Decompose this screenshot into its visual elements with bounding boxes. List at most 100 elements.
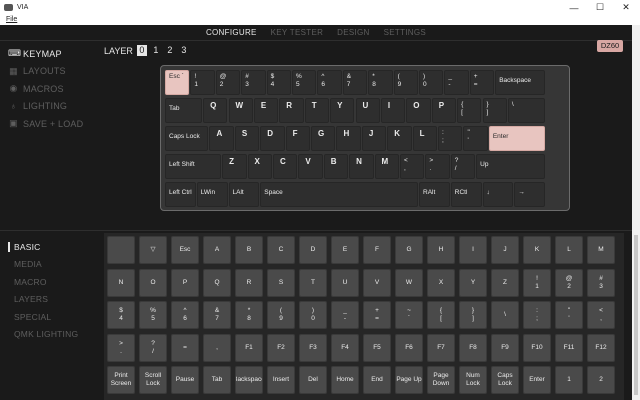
key-k[interactable]: K (387, 126, 412, 151)
sidebar-item-keymap[interactable]: ⌨ KEYMAP (8, 45, 98, 63)
key-4[interactable]: $4 (266, 70, 291, 95)
picker-key-c[interactable]: C (267, 236, 295, 264)
picker-key-backspace[interactable]: Backspace (235, 366, 263, 394)
picker-key-blank[interactable]: \ (491, 301, 519, 329)
picker-key-x[interactable]: X (427, 268, 455, 297)
sidebar-item-layouts[interactable]: ▦ LAYOUTS (8, 63, 98, 81)
layer-3-button[interactable]: 3 (179, 45, 189, 56)
category-basic[interactable]: BASIC (8, 238, 98, 256)
key-3[interactable]: #3 (241, 70, 266, 95)
picker-key-7[interactable]: & 7 (203, 301, 231, 329)
picker-key-blank[interactable]: _ - (331, 301, 359, 329)
picker-key-del[interactable]: Del (299, 366, 327, 394)
picker-key-u[interactable]: U (331, 268, 359, 297)
key-up[interactable]: Up (476, 154, 545, 179)
nav-tab-key-tester[interactable]: KEY TESTER (271, 28, 324, 37)
picker-key-home[interactable]: Home (331, 366, 359, 394)
picker-key-print-screen[interactable]: Print Screen (107, 366, 135, 394)
picker-key-a[interactable]: A (203, 236, 231, 264)
key-w[interactable]: W (228, 98, 253, 123)
key-blank[interactable]: <, (399, 154, 425, 179)
picker-key-pause[interactable]: Pause (171, 366, 199, 394)
picker-key-3[interactable]: #3 (587, 268, 615, 297)
sidebar-item-lighting[interactable]: ♁ LIGHTING (8, 98, 98, 116)
key-0[interactable]: ) 0 (419, 70, 444, 95)
key-blank[interactable]: \ (507, 98, 545, 123)
picker-key-f9[interactable]: F9 (491, 333, 519, 362)
picker-key-2[interactable]: 2 (587, 366, 615, 394)
key-s[interactable]: S (234, 126, 260, 151)
picker-key-blank[interactable]: :; (523, 301, 551, 329)
picker-key-blank[interactable] (107, 236, 135, 264)
key-caps-lock[interactable]: Caps Lock (165, 126, 209, 151)
sidebar-item-save-load[interactable]: ▣ SAVE + LOAD (8, 115, 98, 133)
picker-key-8[interactable]: * 8 (235, 301, 263, 329)
picker-key-n[interactable]: N (107, 268, 135, 297)
key-enter[interactable]: Enter (488, 126, 545, 151)
picker-key-f1[interactable]: F1 (235, 333, 263, 362)
key-v[interactable]: V (298, 154, 323, 179)
key-2[interactable]: @2 (215, 70, 241, 95)
picker-key-f4[interactable]: F4 (331, 333, 359, 362)
nav-tab-design[interactable]: DESIGN (337, 28, 369, 37)
picker-key-enter[interactable]: Enter (523, 366, 551, 394)
picker-key-s[interactable]: S (267, 268, 295, 297)
picker-key-blank[interactable]: " ' (555, 301, 583, 329)
picker-key-p[interactable]: P (171, 268, 199, 297)
key-lwin[interactable]: LWin (196, 182, 228, 207)
key-p[interactable]: P (431, 98, 457, 123)
layer-0-button[interactable]: 0 (136, 45, 147, 56)
picker-key-f11[interactable]: F11 (555, 333, 583, 362)
key-blank[interactable]: {[ (457, 98, 482, 123)
picker-key-num-lock[interactable]: Num Lock (459, 366, 487, 394)
key-blank[interactable]: >. (425, 154, 450, 179)
picker-key-1[interactable]: 1 (555, 366, 583, 394)
key-blank[interactable]: ↓ (482, 182, 514, 207)
picker-key-f12[interactable]: F12 (587, 333, 615, 362)
picker-key-insert[interactable]: Insert (267, 366, 295, 394)
picker-key-caps-lock[interactable]: Caps Lock (491, 366, 519, 394)
key-7[interactable]: & 7 (342, 70, 368, 95)
picker-key-i[interactable]: I (459, 236, 487, 264)
key-b[interactable]: B (323, 154, 349, 179)
scrollbar-thumb[interactable] (634, 235, 638, 395)
picker-key-page-up[interactable]: Page Up (395, 366, 423, 394)
picker-key-1[interactable]: ! 1 (523, 268, 551, 297)
picker-key-blank[interactable]: }] (459, 301, 487, 329)
key-8[interactable]: * 8 (368, 70, 393, 95)
picker-key-v[interactable]: V (363, 268, 391, 297)
key-left-shift[interactable]: Left Shift (165, 154, 222, 179)
picker-key-9[interactable]: (9 (267, 301, 295, 329)
key-j[interactable]: J (361, 126, 387, 151)
picker-key-2[interactable]: @2 (555, 268, 583, 297)
picker-key-t[interactable]: T (299, 268, 327, 297)
window-scrollbar[interactable] (632, 25, 640, 400)
key-blank[interactable]: + = (469, 70, 495, 95)
picker-key-j[interactable]: J (491, 236, 519, 264)
key-e[interactable]: E (253, 98, 279, 123)
key-a[interactable]: A (209, 126, 234, 151)
sidebar-item-macros[interactable]: ◉ MACROS (8, 80, 98, 98)
key-6[interactable]: ^ 6 (317, 70, 342, 95)
picker-key-g[interactable]: G (395, 236, 423, 264)
picker-key-scroll-lock[interactable]: Scroll Lock (139, 366, 167, 394)
key-h[interactable]: H (336, 126, 361, 151)
key-tab[interactable]: Tab (165, 98, 203, 123)
picker-key-z[interactable]: Z (491, 268, 519, 297)
key-backspace[interactable]: Backspace (495, 70, 545, 95)
key-blank[interactable]: " ' (463, 126, 488, 151)
picker-key-f6[interactable]: F6 (395, 333, 423, 362)
picker-key-end[interactable]: End (363, 366, 391, 394)
key-9[interactable]: (9 (393, 70, 418, 95)
maximize-button[interactable]: ☐ (588, 0, 612, 15)
picker-key-page-down[interactable]: Page Down (427, 366, 455, 394)
key-i[interactable]: I (380, 98, 406, 123)
picker-key-tab[interactable]: Tab (203, 366, 231, 394)
key-o[interactable]: O (406, 98, 431, 123)
picker-key-blank[interactable]: = (171, 333, 199, 362)
key-blank[interactable]: ? / (450, 154, 476, 179)
picker-key-5[interactable]: % 5 (139, 301, 167, 329)
layer-2-button[interactable]: 2 (165, 45, 175, 56)
picker-key-d[interactable]: D (299, 236, 327, 264)
picker-key-esc[interactable]: Esc (171, 236, 199, 264)
